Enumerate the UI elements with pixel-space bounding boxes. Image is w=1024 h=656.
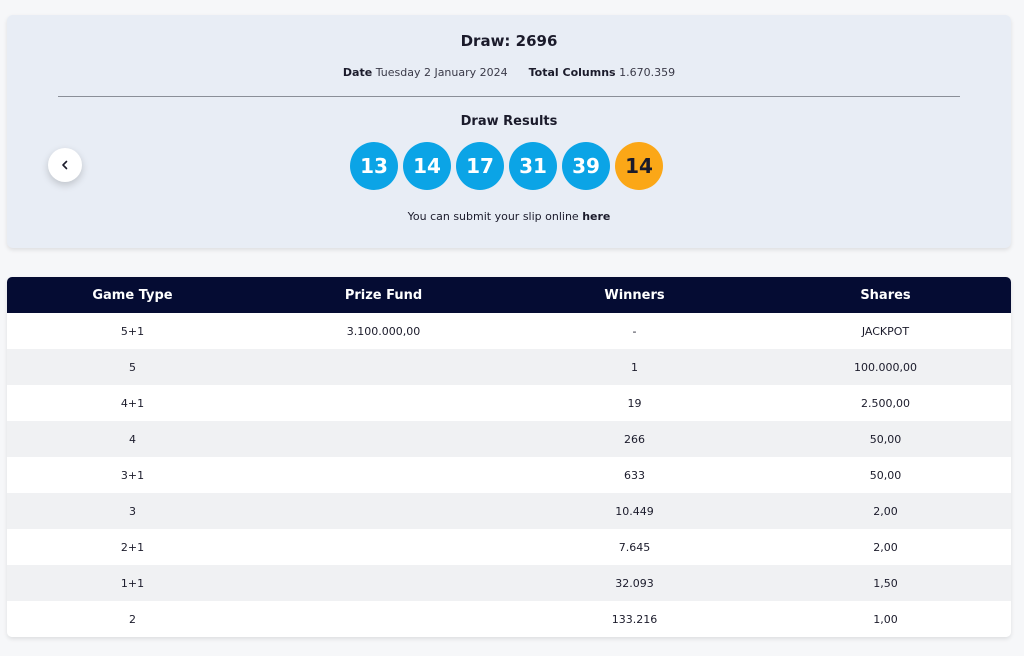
cell-shares: 1,00 xyxy=(873,612,898,626)
cell-shares: 1,50 xyxy=(873,576,898,590)
cell-game-type: 5 xyxy=(129,360,136,374)
cell-prize-fund: 3.100.000,00 xyxy=(346,324,421,338)
total-columns-value: 1.670.359 xyxy=(619,66,676,79)
total-columns-label: Total Columns xyxy=(528,66,616,79)
cell-winners: 7.645 xyxy=(618,540,651,554)
submit-here-link[interactable]: here xyxy=(582,210,610,223)
date-label: Date xyxy=(342,66,373,79)
header-winners: Winners xyxy=(604,287,665,303)
table-row: 4 266 50,00 xyxy=(7,421,1011,457)
cell-game-type: 4+1 xyxy=(120,396,145,410)
table-row: 4+1 19 2.500,00 xyxy=(7,385,1011,421)
table-row: 3+1 633 50,00 xyxy=(7,457,1011,493)
submit-text: You can submit your slip online xyxy=(407,210,583,223)
draw-balls: 13 14 17 31 39 14 xyxy=(350,142,663,190)
cell-shares: JACKPOT xyxy=(861,324,910,338)
cell-winners: 633 xyxy=(624,468,645,482)
submit-note: You can submit your slip online here xyxy=(7,210,1011,223)
table-header: Game Type Prize Fund Winners Shares xyxy=(7,277,1011,313)
cell-game-type: 5+1 xyxy=(120,324,145,338)
table-row: 1+1 32.093 1,50 xyxy=(7,565,1011,601)
cell-game-type: 4 xyxy=(129,432,136,446)
table-row: 5 1 100.000,00 xyxy=(7,349,1011,385)
header-game-type: Game Type xyxy=(92,287,173,303)
prize-table: Game Type Prize Fund Winners Shares 5+1 … xyxy=(7,277,1011,637)
ball-3: 17 xyxy=(456,142,504,190)
cell-game-type: 2 xyxy=(129,612,136,626)
cell-game-type: 2+1 xyxy=(120,540,145,554)
header-shares: Shares xyxy=(860,287,911,303)
cell-game-type: 1+1 xyxy=(120,576,145,590)
table-body: 5+1 3.100.000,00 - JACKPOT 5 1 100.000,0… xyxy=(7,313,1011,637)
chevron-left-icon xyxy=(62,160,68,170)
header-prize-fund: Prize Fund xyxy=(344,287,423,303)
previous-draw-button[interactable] xyxy=(48,148,82,182)
cell-game-type: 3+1 xyxy=(120,468,145,482)
cell-shares: 50,00 xyxy=(869,468,902,482)
table-row: 2+1 7.645 2,00 xyxy=(7,529,1011,565)
cell-shares: 50,00 xyxy=(869,432,902,446)
draw-meta: Date Tuesday 2 January 2024 Total Column… xyxy=(7,66,1011,79)
ball-5: 39 xyxy=(562,142,610,190)
ball-2: 14 xyxy=(403,142,451,190)
ball-1: 13 xyxy=(350,142,398,190)
divider xyxy=(58,96,960,97)
date-value: Tuesday 2 January 2024 xyxy=(375,66,508,79)
table-row: 3 10.449 2,00 xyxy=(7,493,1011,529)
cell-shares: 2,00 xyxy=(873,504,898,518)
cell-winners: 1 xyxy=(631,360,638,374)
cell-winners: 32.093 xyxy=(615,576,654,590)
cell-winners: 19 xyxy=(627,396,642,410)
table-row: 2 133.216 1,00 xyxy=(7,601,1011,637)
cell-winners: - xyxy=(632,324,637,338)
bonus-ball: 14 xyxy=(615,142,663,190)
cell-shares: 2.500,00 xyxy=(861,396,910,410)
cell-winners: 266 xyxy=(624,432,645,446)
cell-game-type: 3 xyxy=(129,504,136,518)
table-row: 5+1 3.100.000,00 - JACKPOT xyxy=(7,313,1011,349)
draw-info-card: Draw: 2696 Date Tuesday 2 January 2024 T… xyxy=(7,15,1011,248)
cell-shares: 100.000,00 xyxy=(854,360,917,374)
cell-winners: 10.449 xyxy=(615,504,654,518)
cell-shares: 2,00 xyxy=(873,540,898,554)
ball-4: 31 xyxy=(509,142,557,190)
draw-results-title: Draw Results xyxy=(460,114,558,129)
draw-title: Draw: 2696 xyxy=(460,32,558,50)
cell-winners: 133.216 xyxy=(611,612,658,626)
